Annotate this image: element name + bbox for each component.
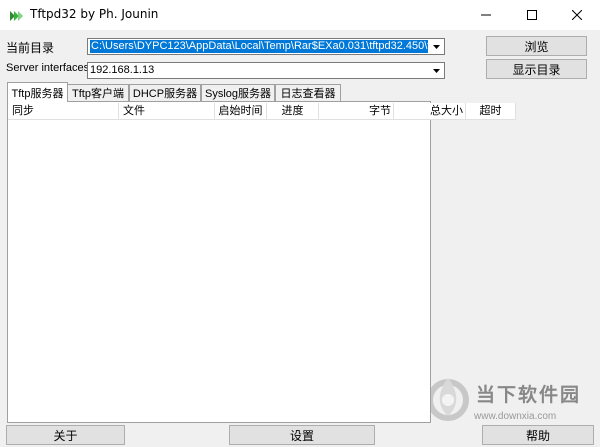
- settings-button[interactable]: 设置: [229, 425, 375, 445]
- watermark-logo: [427, 378, 469, 421]
- column-header-start-time[interactable]: 启始时间: [215, 103, 267, 120]
- column-header-timeout[interactable]: 超时: [466, 103, 516, 120]
- window-title: Tftpd32 by Ph. Jounin: [30, 7, 159, 21]
- tab-tftp-server[interactable]: Tftp服务器: [7, 82, 68, 102]
- column-header-total-size[interactable]: 总大小: [394, 103, 466, 120]
- minimize-icon: [481, 14, 491, 16]
- title-bar[interactable]: Tftpd32 by Ph. Jounin: [0, 0, 600, 30]
- server-interfaces-dropdown-arrow[interactable]: [429, 63, 444, 78]
- chevron-down-icon: [433, 68, 440, 73]
- current-dir-value: C:\Users\DYPC123\AppData\Local\Temp\Rar$…: [90, 40, 428, 53]
- current-dir-dropdown-arrow[interactable]: [429, 39, 444, 54]
- tftpd-app-icon: [10, 11, 23, 21]
- watermark-text: 当下软件园: [476, 384, 582, 406]
- column-header-bytes[interactable]: 字节: [319, 103, 394, 120]
- server-interfaces-value: 192.168.1.13: [90, 64, 155, 76]
- current-dir-label: 当前目录: [6, 41, 55, 55]
- tab-tftp-client[interactable]: Tftp客户端: [67, 84, 129, 101]
- maximize-icon: [527, 10, 537, 20]
- watermark-url: www.downxia.com: [474, 411, 557, 422]
- show-dir-button[interactable]: 显示目录: [486, 59, 587, 79]
- column-header-progress[interactable]: 进度: [267, 103, 319, 120]
- tab-syslog-server[interactable]: Syslog服务器: [201, 84, 275, 101]
- chevron-down-icon: [433, 44, 440, 49]
- tab-dhcp-server[interactable]: DHCP服务器: [129, 84, 201, 101]
- close-icon: [572, 10, 582, 20]
- server-interfaces-label: Server interfaces: [6, 62, 90, 74]
- transfer-list[interactable]: 同步 文件 启始时间 进度 字节 总大小 超时: [7, 101, 516, 423]
- help-button[interactable]: 帮助: [482, 425, 594, 445]
- about-button[interactable]: 关于: [6, 425, 125, 445]
- minimize-button[interactable]: [463, 0, 509, 30]
- current-dir-combo[interactable]: C:\Users\DYPC123\AppData\Local\Temp\Rar$…: [87, 38, 445, 55]
- server-interfaces-combo[interactable]: 192.168.1.13: [87, 62, 445, 79]
- column-header-sync[interactable]: 同步: [8, 103, 119, 120]
- column-header-file[interactable]: 文件: [119, 103, 215, 120]
- tab-log-viewer[interactable]: 日志查看器: [275, 84, 341, 101]
- maximize-button[interactable]: [509, 0, 555, 30]
- close-button[interactable]: [554, 0, 600, 30]
- app-window: Tftpd32 by Ph. Jounin 当前目录 C:\Users\DYPC…: [0, 0, 600, 447]
- browse-button[interactable]: 浏览: [486, 36, 587, 56]
